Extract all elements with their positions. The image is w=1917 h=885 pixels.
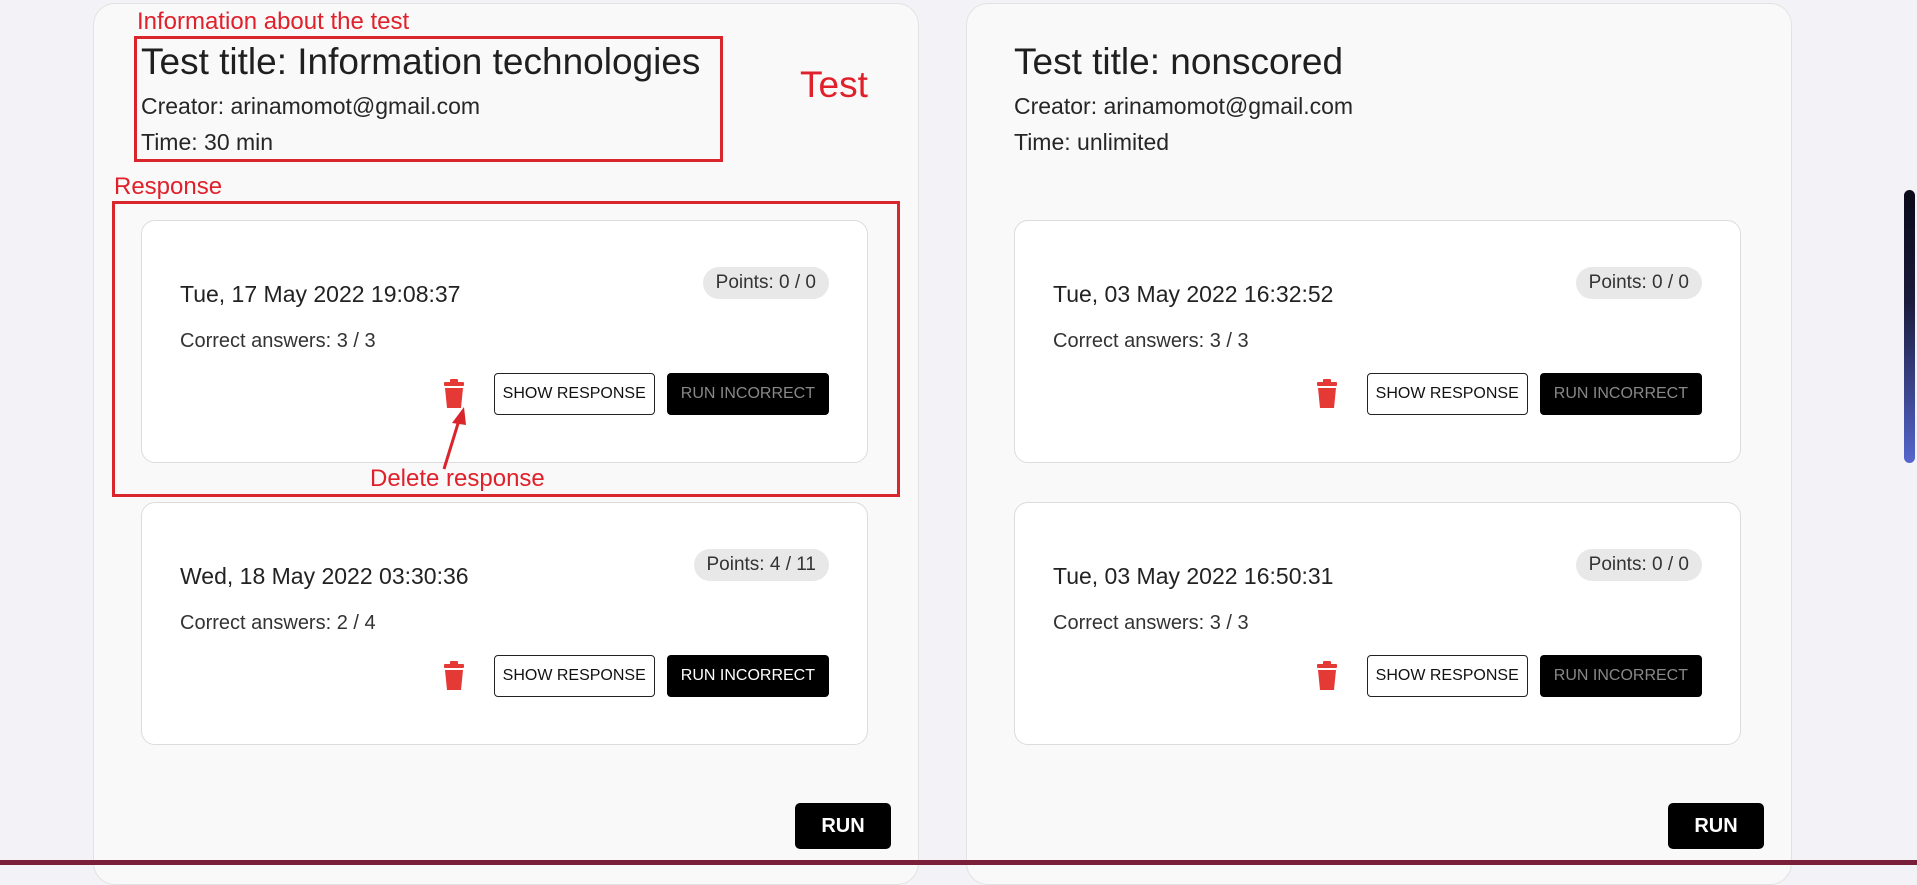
delete-response-button[interactable] — [1313, 377, 1341, 411]
response-actions: SHOW RESPONSE RUN INCORRECT — [440, 655, 829, 697]
points-badge: Points: 0 / 0 — [1575, 549, 1702, 581]
trash-icon — [1316, 379, 1337, 408]
run-incorrect-button[interactable]: RUN INCORRECT — [666, 655, 829, 697]
points-badge: Points: 4 / 11 — [693, 549, 829, 581]
response-card: Tue, 03 May 2022 16:32:52 Correct answer… — [1014, 220, 1741, 463]
test-title: Test title: nonscored — [1014, 41, 1344, 82]
show-response-button[interactable]: SHOW RESPONSE — [493, 655, 655, 697]
annotation-info-label: Information about the test — [137, 8, 410, 35]
annotation-info-box — [134, 36, 723, 162]
annotation-response-label: Response — [114, 173, 223, 200]
test-creator: Creator: arinamomot@gmail.com — [1014, 93, 1354, 119]
response-card: Tue, 03 May 2022 16:50:31 Correct answer… — [1014, 502, 1741, 745]
response-actions: SHOW RESPONSE RUN INCORRECT — [1313, 655, 1702, 697]
test-card: Test title: nonscored Creator: arinamomo… — [966, 3, 1792, 885]
response-date: Tue, 03 May 2022 16:50:31 — [1053, 563, 1334, 589]
trash-icon — [1316, 661, 1337, 690]
run-incorrect-button[interactable]: RUN INCORRECT — [1539, 373, 1702, 415]
show-response-button[interactable]: SHOW RESPONSE — [1366, 373, 1528, 415]
annotation-response-box — [112, 201, 900, 497]
points-badge: Points: 0 / 0 — [1575, 267, 1702, 299]
run-test-button[interactable]: RUN — [795, 803, 891, 849]
test-time: Time: unlimited — [1014, 129, 1170, 155]
annotation-arrow — [442, 407, 466, 470]
run-test-button[interactable]: RUN — [1668, 803, 1764, 849]
trash-icon — [443, 661, 464, 690]
show-response-button[interactable]: SHOW RESPONSE — [1366, 655, 1528, 697]
response-correct-answers: Correct answers: 2 / 4 — [180, 612, 376, 634]
response-correct-answers: Correct answers: 3 / 3 — [1053, 330, 1249, 352]
run-incorrect-button[interactable]: RUN INCORRECT — [1539, 655, 1702, 697]
response-date: Tue, 03 May 2022 16:32:52 — [1053, 281, 1334, 307]
delete-response-button[interactable] — [1313, 659, 1341, 693]
response-card: Wed, 18 May 2022 03:30:36 Correct answer… — [141, 502, 868, 745]
response-actions: SHOW RESPONSE RUN INCORRECT — [1313, 373, 1702, 415]
delete-response-button[interactable] — [440, 659, 468, 693]
response-correct-answers: Correct answers: 3 / 3 — [1053, 612, 1249, 634]
response-date: Wed, 18 May 2022 03:30:36 — [180, 563, 469, 589]
scrollbar-thumb[interactable] — [1904, 190, 1915, 463]
page-bottom-bar — [0, 860, 1917, 865]
annotation-test-label: Test — [800, 64, 868, 105]
